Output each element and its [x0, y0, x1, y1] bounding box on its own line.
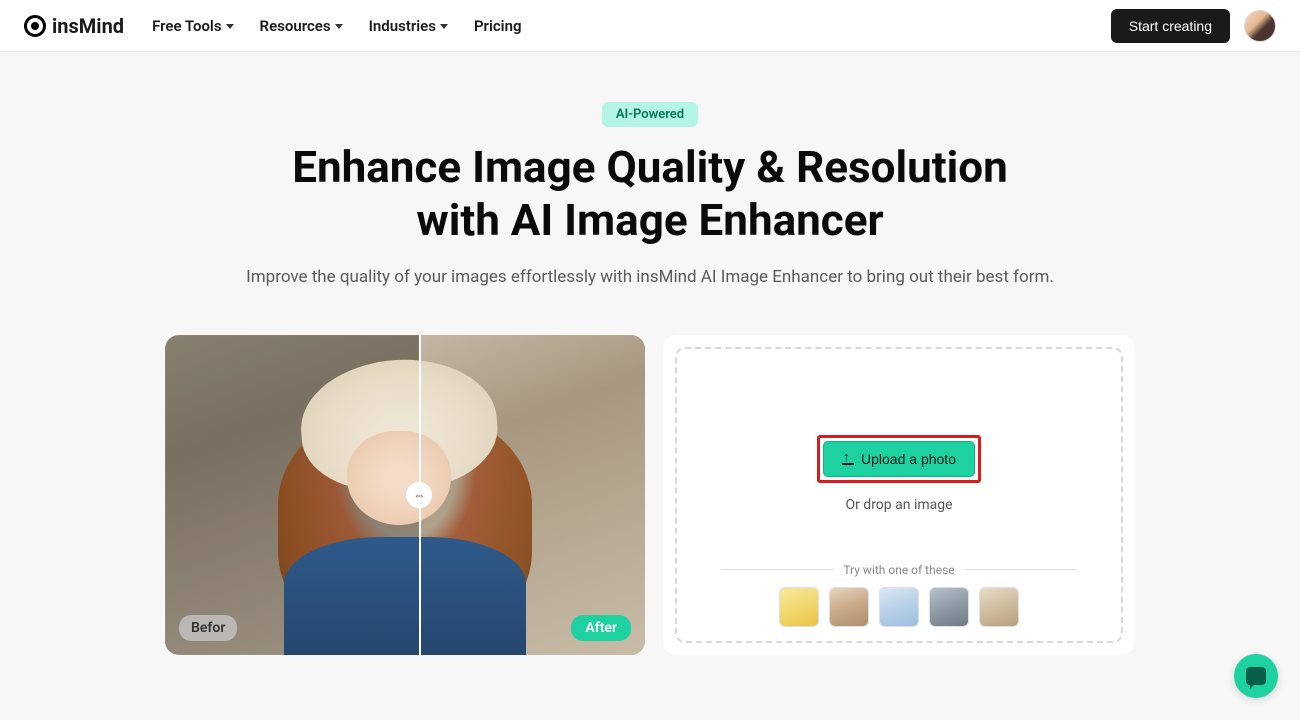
ai-powered-badge: AI-Powered [602, 102, 698, 127]
samples-section: Try with one of these [677, 563, 1121, 627]
page-title: Enhance Image Quality & Resolution with … [292, 141, 1008, 247]
comparison-handle[interactable]: ⇔ [406, 482, 432, 508]
sample-thumbnail-3[interactable] [879, 587, 919, 627]
nav-label: Free Tools [152, 17, 221, 35]
title-line-1: Enhance Image Quality & Resolution [292, 141, 1008, 193]
start-creating-button[interactable]: Start creating [1111, 9, 1230, 43]
upload-dropzone[interactable]: Upload a photo Or drop an image Try with… [675, 347, 1123, 643]
divider-line [721, 569, 833, 570]
nav-pricing[interactable]: Pricing [474, 17, 522, 35]
chat-support-button[interactable] [1234, 654, 1278, 698]
main-nav: Free Tools Resources Industries Pricing [152, 17, 1111, 35]
brand-name: insMind [52, 14, 124, 38]
logo-icon [24, 15, 46, 37]
site-header: insMind Free Tools Resources Industries … [0, 0, 1300, 52]
user-avatar[interactable] [1244, 10, 1276, 42]
chevron-down-icon [226, 24, 234, 29]
subject-sweater [284, 537, 526, 655]
upload-icon [842, 453, 854, 465]
drop-hint-text: Or drop an image [845, 497, 952, 513]
sample-thumbnail-2[interactable] [829, 587, 869, 627]
samples-label: Try with one of these [843, 563, 954, 577]
nav-resources[interactable]: Resources [260, 17, 343, 35]
content-row: ⇔ Befor After Upload a photo Or drop an … [0, 335, 1300, 655]
upload-panel: Upload a photo Or drop an image Try with… [663, 335, 1135, 655]
nav-label: Resources [260, 17, 331, 35]
upload-button-highlight: Upload a photo [817, 435, 981, 483]
page-subtitle: Improve the quality of your images effor… [246, 267, 1054, 287]
nav-free-tools[interactable]: Free Tools [152, 17, 233, 35]
sample-thumbnails [779, 587, 1019, 627]
after-label: After [571, 615, 631, 641]
nav-industries[interactable]: Industries [369, 17, 448, 35]
chevron-down-icon [440, 24, 448, 29]
subject-face [347, 431, 451, 525]
before-label: Befor [179, 615, 237, 641]
divider-line [965, 569, 1077, 570]
upload-button-label: Upload a photo [861, 451, 956, 467]
hero-section: AI-Powered Enhance Image Quality & Resol… [0, 52, 1300, 655]
sample-thumbnail-1[interactable] [779, 587, 819, 627]
sample-thumbnail-5[interactable] [979, 587, 1019, 627]
nav-label: Pricing [474, 17, 522, 35]
header-right: Start creating [1111, 9, 1276, 43]
nav-label: Industries [369, 17, 436, 35]
sample-thumbnail-4[interactable] [929, 587, 969, 627]
preview-subject [261, 360, 549, 654]
brand-logo[interactable]: insMind [24, 14, 124, 38]
before-after-preview[interactable]: ⇔ Befor After [165, 335, 645, 655]
title-line-2: with AI Image Enhancer [416, 194, 883, 246]
samples-label-row: Try with one of these [721, 563, 1076, 577]
chat-icon [1246, 667, 1266, 685]
chevron-down-icon [335, 24, 343, 29]
upload-photo-button[interactable]: Upload a photo [823, 441, 975, 477]
